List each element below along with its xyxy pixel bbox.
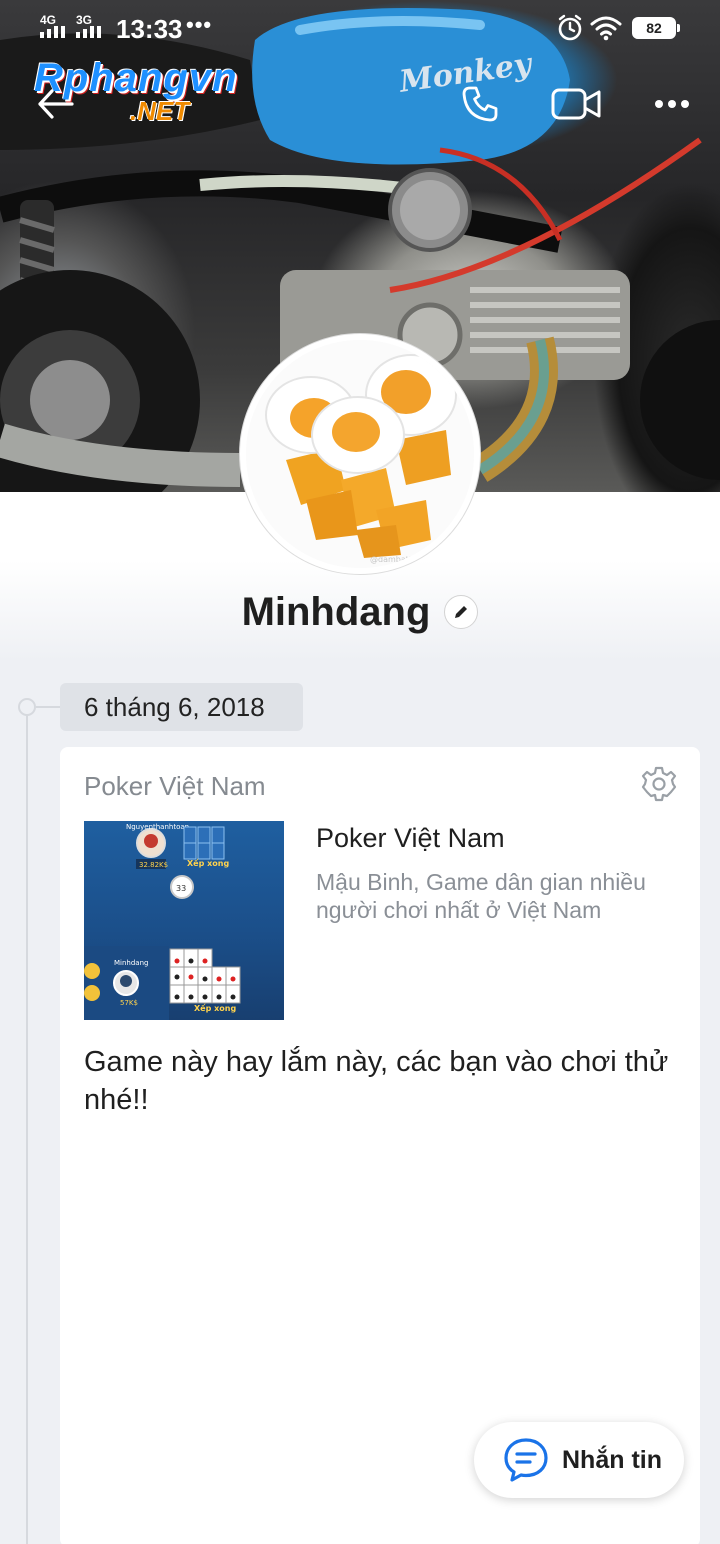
avatar-eggs-pumpkin-image: @dambatthydaly (246, 340, 474, 568)
video-call-button[interactable] (548, 76, 604, 132)
signal-strength-icon (40, 26, 65, 38)
chat-bubble-icon (504, 1438, 548, 1482)
clock: 13:33 (116, 14, 183, 44)
phone-icon (462, 86, 498, 122)
video-call-icon (551, 88, 601, 120)
app-thumbnail[interactable]: Nguyenthanhtoan 32.82K$ Xếp xong 33 Minh… (84, 821, 284, 1020)
thumb-timer: 33 (176, 884, 186, 893)
wifi-icon (590, 16, 622, 41)
watermark-sub-text: .NET (130, 96, 190, 126)
signal-strength-icon (76, 26, 101, 38)
call-button[interactable] (452, 76, 508, 132)
poker-game-screenshot: Nguyenthanhtoan 32.82K$ Xếp xong 33 Minh… (84, 823, 241, 1020)
thumb-player-top: Nguyenthanhtoan (126, 823, 189, 831)
gear-icon[interactable] (640, 765, 678, 803)
profile-name: Minhdang (241, 589, 431, 634)
thumb-player-bottom: Minhdang (114, 959, 148, 967)
network-4g-label: 4G (40, 13, 57, 27)
post-text: Game này hay lắm này, các bạn vào chơi t… (84, 1046, 669, 1116)
status-bar: 4G 3G 13:33 ••• 82 (0, 0, 720, 56)
app-title[interactable]: Poker Việt Nam (316, 823, 505, 854)
alarm-icon (558, 14, 582, 41)
notification-dots: ••• (186, 12, 213, 37)
timeline-connector (36, 706, 60, 708)
thumb-status-top: Xếp xong (187, 858, 229, 868)
back-arrow-icon (38, 89, 74, 119)
thumb-player-bottom-coins: 57K$ (120, 999, 138, 1007)
timeline-line (26, 706, 28, 1544)
profile-name-row: Minhdang (0, 588, 720, 635)
app-description: Mậu Binh, Game dân gian nhiều người chơi… (316, 869, 646, 923)
edit-name-button[interactable] (444, 595, 479, 630)
post-source[interactable]: Poker Việt Nam (84, 771, 266, 802)
thumb-player-top-coins: 32.82K$ (139, 861, 168, 869)
timeline-dot (18, 698, 36, 716)
more-options-button[interactable] (644, 76, 700, 132)
more-icon (655, 100, 689, 108)
back-button[interactable] (28, 76, 84, 132)
network-3g-label: 3G (76, 13, 93, 27)
timeline-date: 6 tháng 6, 2018 (60, 683, 303, 731)
pencil-icon (455, 606, 468, 619)
message-button[interactable]: Nhắn tin (474, 1422, 684, 1498)
avatar[interactable]: @dambatthydaly (240, 334, 480, 574)
battery-icon: 82 (632, 17, 680, 39)
message-button-label: Nhắn tin (562, 1445, 662, 1474)
thumb-status-bottom: Xếp xong (194, 1003, 236, 1013)
